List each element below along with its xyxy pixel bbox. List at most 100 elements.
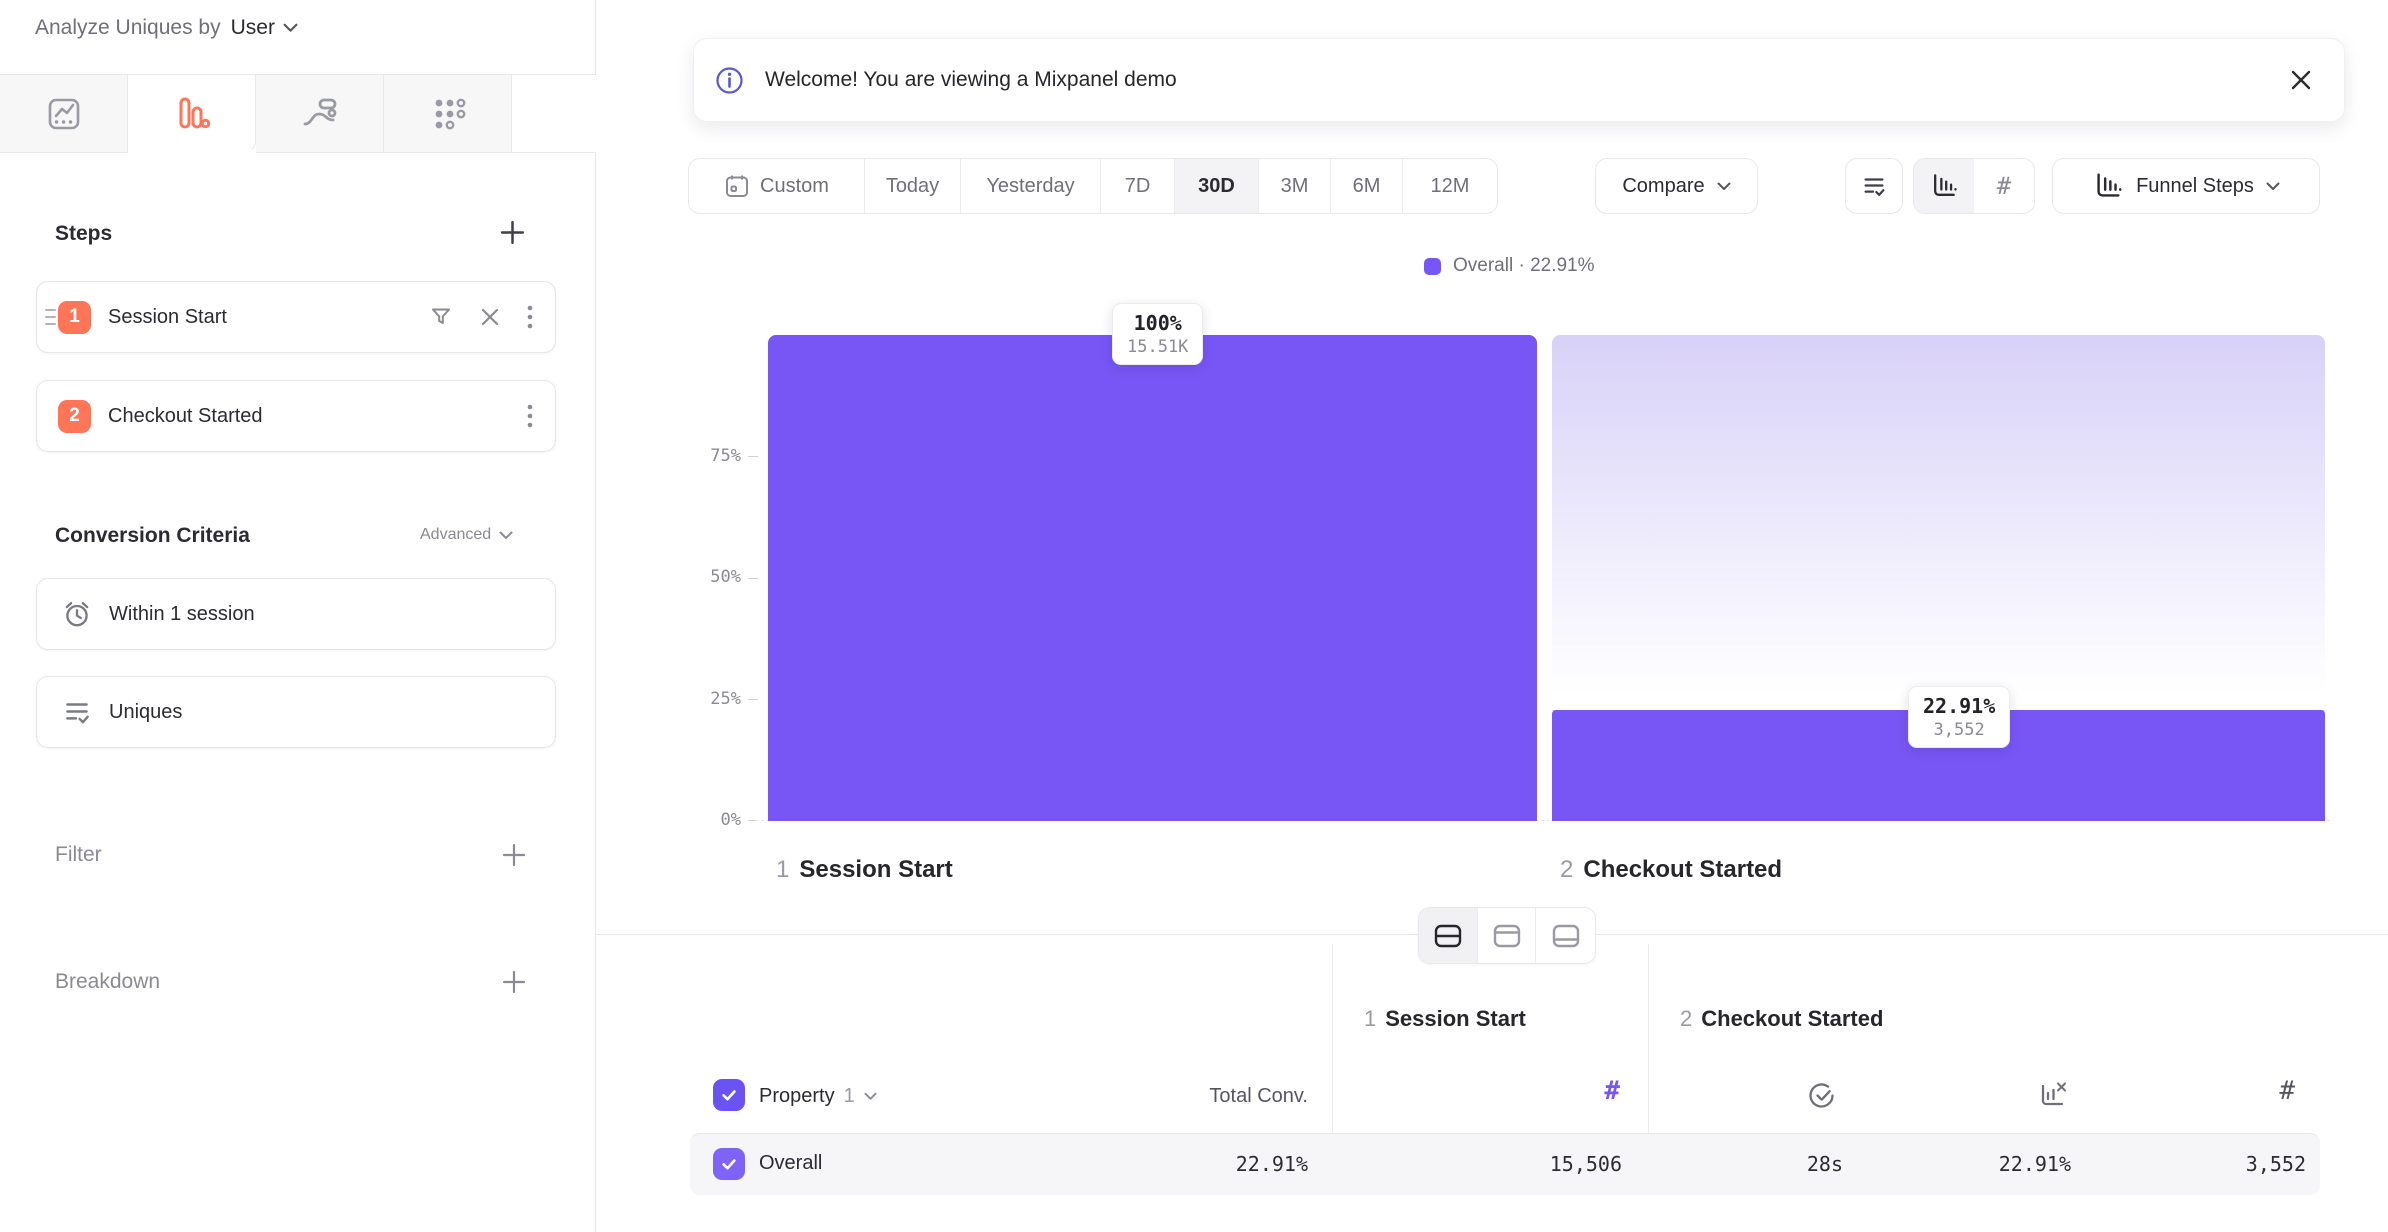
- count-metric-icon[interactable]: #: [2195, 1076, 2295, 1106]
- chart-view-button[interactable]: [1478, 908, 1537, 963]
- compare-button[interactable]: Compare: [1595, 158, 1758, 214]
- chevron-down-icon: [2266, 182, 2280, 191]
- tab-insights[interactable]: [0, 75, 128, 153]
- drag-handle-icon[interactable]: [44, 306, 58, 328]
- chart-type-label: Funnel Steps: [2136, 175, 2254, 198]
- date-range-6m[interactable]: 6M: [1331, 159, 1403, 213]
- uniques-metric-button[interactable]: [1845, 158, 1903, 214]
- analyze-by-dropdown[interactable]: User: [231, 16, 298, 40]
- close-icon: [2288, 67, 2314, 93]
- conversion-rate-metric-icon[interactable]: [2036, 1078, 2069, 1111]
- y-axis-tick: [748, 699, 758, 700]
- split-view-icon: [1433, 922, 1463, 950]
- funnel-drop-off-area: [1552, 335, 2325, 708]
- analyze-by-row: Analyze Uniques by User: [35, 16, 298, 40]
- avg-time-metric-icon[interactable]: [1806, 1080, 1837, 1111]
- group-step-name: Session Start: [1385, 1006, 1526, 1032]
- analyze-by-label: Analyze Uniques by: [35, 16, 221, 40]
- bar-value-tooltip: 22.91% 3,552: [1908, 686, 2010, 748]
- date-range-custom[interactable]: Custom: [689, 159, 865, 213]
- filter-heading: Filter: [55, 843, 102, 867]
- bar-value-tooltip: 100% 15.51K: [1112, 303, 1203, 365]
- date-range-label: 30D: [1198, 175, 1235, 198]
- add-filter-button[interactable]: [501, 842, 527, 868]
- date-range-label: Custom: [760, 175, 829, 198]
- plus-icon: [501, 842, 527, 868]
- funnel-steps-icon: [2092, 170, 2124, 202]
- y-axis-tick: [748, 456, 758, 457]
- date-range-yesterday[interactable]: Yesterday: [961, 159, 1101, 213]
- table-view-icon: [1551, 922, 1581, 950]
- split-view-button[interactable]: [1419, 908, 1478, 963]
- property-index: 1: [844, 1085, 855, 1108]
- chevron-down-icon: [283, 23, 298, 33]
- show-percent-toggle[interactable]: [1914, 159, 1974, 213]
- chart-view-icon: [1492, 922, 1522, 950]
- legend-swatch: [1424, 258, 1441, 275]
- property-dropdown[interactable]: Property 1: [759, 1085, 877, 1108]
- step-filter-button[interactable]: [429, 305, 453, 329]
- date-range-30d[interactable]: 30D: [1175, 159, 1259, 213]
- row-name: Overall: [759, 1152, 822, 1175]
- select-all-checkbox[interactable]: [713, 1079, 745, 1111]
- plus-icon: [501, 969, 527, 995]
- cell-conv-rate: 22.91%: [1871, 1152, 2071, 1176]
- step-name: Checkout Started: [1583, 856, 1782, 884]
- show-count-toggle[interactable]: #: [1974, 159, 2034, 213]
- compare-label: Compare: [1622, 175, 1704, 198]
- property-label: Property: [759, 1085, 835, 1108]
- retention-icon: [426, 92, 470, 136]
- date-range-label: 7D: [1125, 175, 1151, 198]
- date-range-7d[interactable]: 7D: [1101, 159, 1175, 213]
- tab-flows[interactable]: [256, 75, 384, 153]
- date-range-label: 3M: [1281, 175, 1309, 198]
- tab-funnels[interactable]: [128, 75, 256, 153]
- step-remove-button[interactable]: [479, 306, 501, 328]
- funnel-bar-step-1[interactable]: [768, 335, 1537, 821]
- table-view-button[interactable]: [1536, 908, 1595, 963]
- breakdown-heading: Breakdown: [55, 970, 160, 994]
- date-range-control: Custom Today Yesterday 7D 30D 3M 6M 12M: [688, 158, 1498, 214]
- plus-icon: [499, 219, 526, 246]
- group-step-number: 1: [1364, 1006, 1376, 1032]
- date-range-today[interactable]: Today: [865, 159, 961, 213]
- date-range-label: Yesterday: [986, 175, 1074, 198]
- cell-avg-time: 28s: [1643, 1152, 1843, 1176]
- y-axis-tick-label: 50%: [681, 567, 741, 587]
- filter-icon: [429, 305, 453, 329]
- demo-banner: Welcome! You are viewing a Mixpanel demo: [693, 38, 2345, 122]
- table-group-header-step-1: 1 Session Start: [1364, 1006, 1526, 1032]
- y-axis-tick-label: 25%: [681, 689, 741, 709]
- kebab-menu-icon: [527, 305, 533, 329]
- info-icon: [714, 65, 745, 96]
- banner-message: Welcome! You are viewing a Mixpanel demo: [765, 68, 1177, 92]
- step-menu-button[interactable]: [527, 305, 533, 329]
- cell-step1-count: 15,506: [1422, 1152, 1622, 1176]
- row-checkbox[interactable]: [713, 1148, 745, 1180]
- chart-type-dropdown[interactable]: Funnel Steps: [2052, 158, 2320, 214]
- step-label: Session Start: [108, 306, 429, 329]
- tab-retention[interactable]: [384, 75, 512, 153]
- add-step-button[interactable]: [499, 219, 526, 246]
- step-number: 2: [1560, 856, 1573, 884]
- chart-legend[interactable]: Overall · 22.91%: [1424, 255, 1595, 277]
- add-breakdown-button[interactable]: [501, 969, 527, 995]
- value-display-toggle: #: [1913, 158, 2035, 214]
- funnels-icon: [170, 92, 214, 136]
- calendar-icon: [724, 173, 750, 199]
- total-conv-column-header: Total Conv.: [1108, 1085, 1308, 1108]
- banner-close-button[interactable]: [2288, 67, 2314, 93]
- tooltip-count: 3,552: [1923, 720, 1995, 740]
- bar-chart-icon: [1929, 171, 1959, 201]
- hash-icon: #: [1997, 172, 2011, 200]
- tooltip-count: 15.51K: [1127, 337, 1188, 357]
- date-range-3m[interactable]: 3M: [1259, 159, 1331, 213]
- tooltip-percent: 22.91%: [1923, 694, 1995, 718]
- close-icon: [479, 306, 501, 328]
- check-icon: [719, 1085, 739, 1105]
- count-metric-icon[interactable]: #: [1520, 1076, 1620, 1106]
- x-axis-step-label: 2 Checkout Started: [1560, 856, 1782, 884]
- date-range-12m[interactable]: 12M: [1403, 159, 1497, 213]
- layout-toggle: [1418, 907, 1596, 964]
- legend-label: Overall · 22.91%: [1453, 255, 1595, 277]
